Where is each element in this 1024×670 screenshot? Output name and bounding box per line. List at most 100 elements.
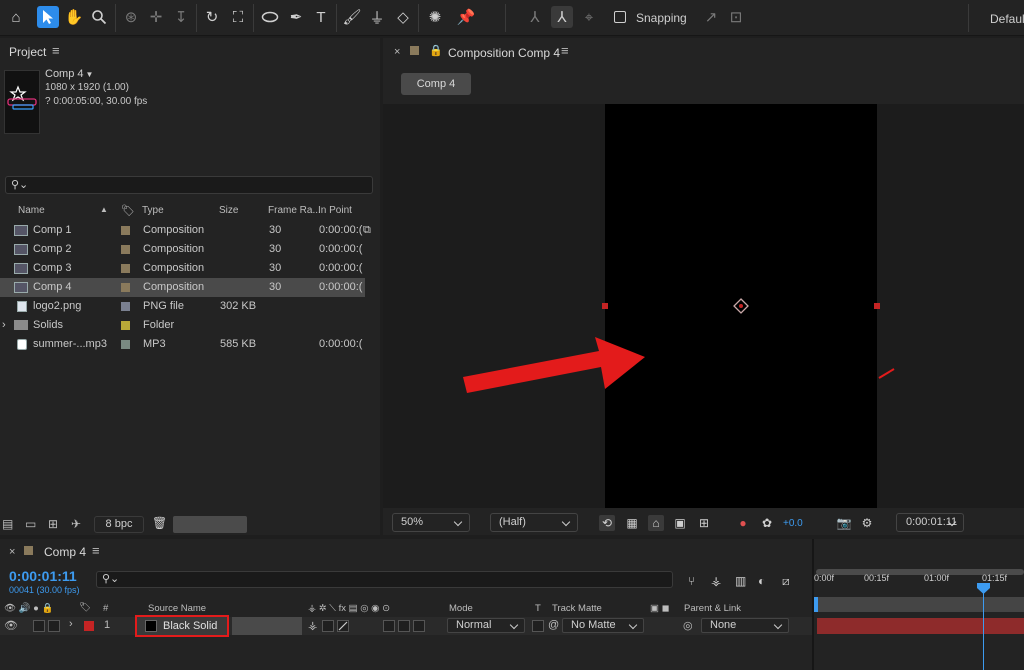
clone-stamp-icon[interactable]: ⏚ (366, 6, 388, 28)
col-frame-rate[interactable]: Frame Ra... (268, 205, 321, 216)
comp-flowchart-icon[interactable]: ⑂ (688, 574, 695, 588)
layer-handle-right[interactable] (874, 303, 880, 309)
view-axis-icon[interactable]: ⌖ (578, 6, 600, 28)
expand-chevron-icon[interactable]: › (69, 618, 73, 630)
show-snapshot-icon[interactable]: ⚙ (859, 515, 875, 531)
timeline-timecode[interactable]: 0:00:01:11 (9, 568, 77, 584)
solo-toggle[interactable] (33, 620, 45, 632)
snap-grid-icon[interactable]: ⊡ (725, 6, 747, 28)
interpret-footage-icon[interactable]: ▤ (2, 517, 13, 531)
ellipse-tool-icon[interactable] (259, 6, 281, 28)
composition-tab[interactable]: Composition Comp 4 (448, 46, 560, 60)
grid-guides-icon[interactable]: ⊞ (696, 515, 712, 531)
project-item-row[interactable]: Comp 3 Composition 30 0:00:00:( (0, 259, 365, 278)
project-item-row[interactable]: › Solids Folder (0, 316, 365, 335)
layer-row[interactable]: 👁 › 1 Black Solid ⚶ Normal @ No Matte ◎ … (0, 615, 812, 637)
time-ruler[interactable]: 0:00f 00:15f 01:00f 01:15f (814, 571, 1024, 589)
collapse-toggle[interactable] (322, 620, 334, 632)
zoom-tool-icon[interactable] (88, 6, 110, 28)
world-axis-icon[interactable]: ⅄ (551, 6, 573, 28)
layer-name-highlight[interactable]: Black Solid (135, 615, 229, 637)
workspace-label[interactable]: Defaul (990, 12, 1024, 26)
project-item-row[interactable]: Comp 4 Composition 30 0:00:00:( (0, 278, 365, 297)
close-icon[interactable]: × (394, 46, 400, 58)
transparency-grid-icon[interactable]: ▦ (624, 515, 640, 531)
col-in-point[interactable]: In Point (318, 205, 352, 216)
label-color-swatch[interactable] (121, 245, 130, 254)
fast-preview-icon[interactable]: ⟲ (599, 515, 615, 531)
project-item-row[interactable]: logo2.png PNG file 302 KB (0, 297, 365, 316)
col-type[interactable]: Type (142, 205, 164, 216)
orbit-camera-icon[interactable]: ⊛ (120, 6, 142, 28)
video-eye-icon[interactable]: 👁 (4, 619, 18, 632)
label-color-swatch[interactable] (121, 264, 130, 273)
matte-link-icon[interactable]: @ (548, 619, 559, 631)
col-name[interactable]: Name (18, 205, 45, 216)
color-channels-icon[interactable]: ● (735, 515, 751, 531)
label-color-swatch[interactable] (121, 283, 130, 292)
work-area-bar[interactable] (816, 597, 1024, 612)
color-management-icon[interactable]: ✿ (759, 515, 775, 531)
selected-comp-name[interactable]: Comp 4 ▼ (45, 68, 93, 80)
blend-mode-dropdown[interactable]: Normal (447, 618, 525, 633)
comp-navigator-button[interactable]: Comp 4 (401, 73, 471, 95)
trash-icon[interactable]: 🗑 (152, 516, 167, 530)
dolly-camera-icon[interactable]: ↧ (170, 6, 192, 28)
label-color-swatch[interactable] (121, 226, 130, 235)
col-size[interactable]: Size (219, 205, 238, 216)
timeline-search-input[interactable]: ⚲⌄ (96, 571, 673, 588)
new-folder-icon[interactable]: ▭ (25, 517, 36, 531)
puppet-pin-icon[interactable]: 📌 (455, 6, 477, 28)
zoom-dropdown[interactable]: 50% (392, 513, 470, 532)
brush-tool-icon[interactable]: 🖌 (341, 6, 363, 28)
graph-editor-icon[interactable]: ⧄ (782, 574, 790, 589)
3d-layer-toggle[interactable] (413, 620, 425, 632)
parent-pickwhip-icon[interactable]: ◎ (683, 619, 693, 632)
quality-toggle[interactable] (337, 620, 349, 632)
current-time-display[interactable]: 0:00:01:11 (896, 513, 964, 532)
mask-visibility-icon[interactable]: ⌂ (648, 515, 664, 531)
col-mode[interactable]: Mode (449, 603, 473, 614)
col-track-matte[interactable]: Track Matte (552, 603, 602, 614)
rotation-tool-icon[interactable]: ↻ (201, 6, 223, 28)
snapping-checkbox[interactable] (614, 11, 626, 23)
label-color-swatch[interactable] (121, 340, 130, 349)
hand-tool-icon[interactable]: ✋ (63, 6, 85, 28)
project-item-row[interactable]: Comp 1 Composition 30 0:00:00:( (0, 221, 365, 240)
local-axis-icon[interactable]: ⅄ (524, 6, 546, 28)
expand-chevron-icon[interactable]: › (2, 319, 6, 331)
work-area-start-handle[interactable] (814, 597, 818, 612)
draft-3d-icon[interactable]: ⚶ (711, 574, 721, 588)
playhead-handle-icon[interactable] (977, 583, 990, 595)
col-parent-link[interactable]: Parent & Link (684, 603, 741, 614)
label-tag-icon[interactable]: 🏷 (121, 204, 135, 217)
panel-menu-icon[interactable]: ≡ (92, 543, 100, 558)
layer-source-name[interactable]: Black Solid (163, 620, 217, 632)
project-tab[interactable]: Project (9, 45, 46, 59)
exposure-value[interactable]: +0.0 (783, 518, 803, 529)
motion-blur-toggle[interactable] (383, 620, 395, 632)
project-item-row[interactable]: summer-...mp3 MP3 585 KB 0:00:00:( (0, 335, 365, 354)
layer-handle-left[interactable] (602, 303, 608, 309)
lock-toggle[interactable] (48, 620, 60, 632)
project-search-input[interactable]: ⚲⌄ (5, 176, 373, 194)
roto-brush-icon[interactable]: ✺ (424, 6, 446, 28)
new-comp-icon[interactable]: ⊞ (48, 517, 58, 531)
panel-menu-icon[interactable]: ≡ (52, 43, 60, 58)
preserve-transparency-toggle[interactable] (532, 620, 544, 632)
col-t[interactable]: T (535, 603, 541, 614)
pan-camera-icon[interactable]: ✛ (145, 6, 167, 28)
bit-depth-button[interactable]: 8 bpc (94, 516, 144, 533)
motion-blur-icon[interactable]: ◐ (758, 574, 765, 588)
snap-option-icon[interactable]: ↗ (700, 6, 722, 28)
panel-menu-icon[interactable]: ≡ (561, 43, 569, 58)
close-icon[interactable]: × (9, 546, 15, 558)
label-color-swatch[interactable] (121, 302, 130, 311)
frame-blending-icon[interactable]: ▥ (735, 574, 746, 588)
anchor-point-icon[interactable] (733, 298, 749, 314)
eraser-icon[interactable]: ◇ (392, 6, 414, 28)
col-source-name[interactable]: Source Name (148, 603, 206, 614)
type-tool-icon[interactable]: T (310, 6, 332, 28)
home-icon[interactable]: ⌂ (5, 6, 27, 28)
shy-icon[interactable]: ⚶ (308, 619, 317, 632)
